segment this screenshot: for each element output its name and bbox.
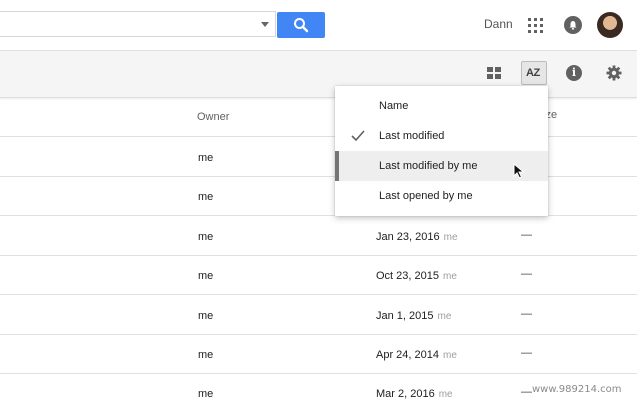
row-last-modified: Jan 1, 2015 me: [376, 310, 451, 322]
row-modified-by: me: [443, 350, 457, 361]
row-modified-date: Apr 24, 2014: [376, 349, 439, 361]
row-owner: me: [198, 349, 214, 361]
row-size: —: [521, 229, 532, 241]
sort-az-icon: AZ: [526, 67, 540, 79]
row-owner: me: [198, 152, 214, 164]
apps-grid-icon[interactable]: [528, 18, 543, 33]
row-owner: me: [198, 231, 214, 243]
row-modified-date: Jan 23, 2016: [376, 231, 440, 243]
row-last-modified: Oct 23, 2015 me: [376, 270, 457, 282]
row-last-modified: Jan 23, 2016 me: [376, 231, 458, 243]
row-last-modified: Mar 2, 2016 me: [376, 388, 453, 400]
row-modified-date: Mar 2, 2016: [376, 388, 435, 400]
row-last-modified: Apr 24, 2014 me: [376, 349, 457, 361]
row-size: —: [521, 268, 532, 280]
row-modified-date: Oct 23, 2015: [376, 270, 439, 282]
search-button[interactable]: [277, 12, 325, 38]
row-owner: me: [198, 270, 214, 282]
row-size: —: [521, 386, 532, 398]
mouse-cursor-icon: [513, 163, 525, 179]
table-row[interactable]: me Oct 23, 2015 me —: [0, 256, 637, 295]
grid-view-icon[interactable]: [487, 67, 502, 80]
sort-option-label: Last modified: [379, 130, 445, 142]
row-modified-date: Jan 1, 2015: [376, 310, 434, 322]
check-icon: [351, 130, 365, 142]
row-modified-by: me: [438, 389, 453, 400]
sort-menu: Name Last modified Last modified by me L…: [335, 86, 548, 216]
sort-button[interactable]: AZ: [521, 61, 547, 85]
sort-option-name[interactable]: Name: [335, 91, 548, 121]
sort-option-last-modified[interactable]: Last modified: [335, 121, 548, 151]
row-size: —: [521, 308, 532, 320]
row-modified-by: me: [443, 271, 457, 282]
table-row[interactable]: me Jan 23, 2016 me —: [0, 217, 637, 256]
sort-option-label: Last modified by me: [379, 160, 478, 172]
search-icon: [294, 18, 309, 33]
notifications-icon[interactable]: [564, 16, 582, 34]
dropdown-arrow-icon[interactable]: [261, 22, 269, 27]
sort-option-label: Name: [379, 100, 409, 112]
watermark: www.989214.com: [532, 384, 622, 395]
sort-option-last-opened-by-me[interactable]: Last opened by me: [335, 181, 548, 211]
row-size: —: [521, 347, 532, 359]
avatar[interactable]: [597, 12, 623, 38]
sort-option-label: Last opened by me: [379, 190, 473, 202]
row-owner: me: [198, 388, 214, 400]
table-row[interactable]: me Apr 24, 2014 me —: [0, 335, 637, 374]
row-owner: me: [198, 191, 214, 203]
top-bar: Dann: [0, 0, 637, 51]
row-modified-by: me: [437, 311, 452, 322]
settings-gear-icon[interactable]: [605, 64, 623, 82]
table-row[interactable]: me Jan 1, 2015 me —: [0, 296, 637, 335]
row-modified-by: me: [443, 232, 458, 243]
row-owner: me: [198, 310, 214, 322]
user-name[interactable]: Dann: [484, 17, 513, 31]
column-header-owner[interactable]: Owner: [197, 111, 229, 123]
info-icon[interactable]: i: [566, 65, 582, 81]
search-input[interactable]: [0, 11, 276, 37]
